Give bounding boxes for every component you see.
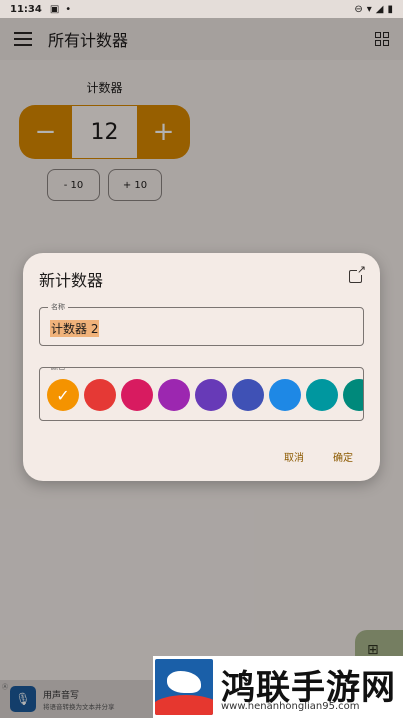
color-swatch[interactable] <box>269 379 301 411</box>
cancel-button[interactable]: 取消 <box>284 449 304 464</box>
new-counter-dialog: 新计数器 名称 计数器 2 颜色 ✓ 取消 确定 <box>23 253 380 481</box>
watermark-url: www.henanhonglian95.com <box>221 701 360 712</box>
color-swatch[interactable] <box>343 379 363 411</box>
signal-icon: ◢ <box>375 3 384 15</box>
name-input-value[interactable]: 计数器 2 <box>50 320 100 337</box>
app-notification-icon: ▣ <box>49 3 60 15</box>
color-swatch[interactable] <box>195 379 227 411</box>
color-swatch[interactable] <box>306 379 338 411</box>
color-swatch[interactable] <box>158 379 190 411</box>
status-bar: 11:34 ▣ • ⊖ ▾ ◢ ▮ <box>0 0 403 18</box>
color-swatch[interactable] <box>232 379 264 411</box>
color-swatch[interactable]: ✓ <box>47 379 79 411</box>
open-external-icon[interactable] <box>349 263 366 283</box>
name-field[interactable]: 名称 计数器 2 <box>39 302 364 346</box>
color-swatch[interactable] <box>121 379 153 411</box>
wifi-icon: ▾ <box>366 3 372 15</box>
dnd-icon: ⊖ <box>354 3 363 15</box>
status-time: 11:34 <box>10 3 42 15</box>
name-field-label: 名称 <box>48 302 68 312</box>
battery-icon: ▮ <box>387 3 393 15</box>
site-watermark: 鸿联手游网 www.henanhonglian95.com <box>153 656 403 718</box>
confirm-button[interactable]: 确定 <box>333 449 353 464</box>
check-icon: ✓ <box>56 385 70 405</box>
color-swatch[interactable] <box>84 379 116 411</box>
color-picker: 颜色 ✓ <box>39 367 364 421</box>
color-field-label: 颜色 <box>48 368 68 372</box>
dot-icon: • <box>65 3 72 15</box>
watermark-logo <box>155 659 213 715</box>
color-swatch-list: ✓ <box>47 379 363 411</box>
dialog-title: 新计数器 <box>39 271 104 290</box>
